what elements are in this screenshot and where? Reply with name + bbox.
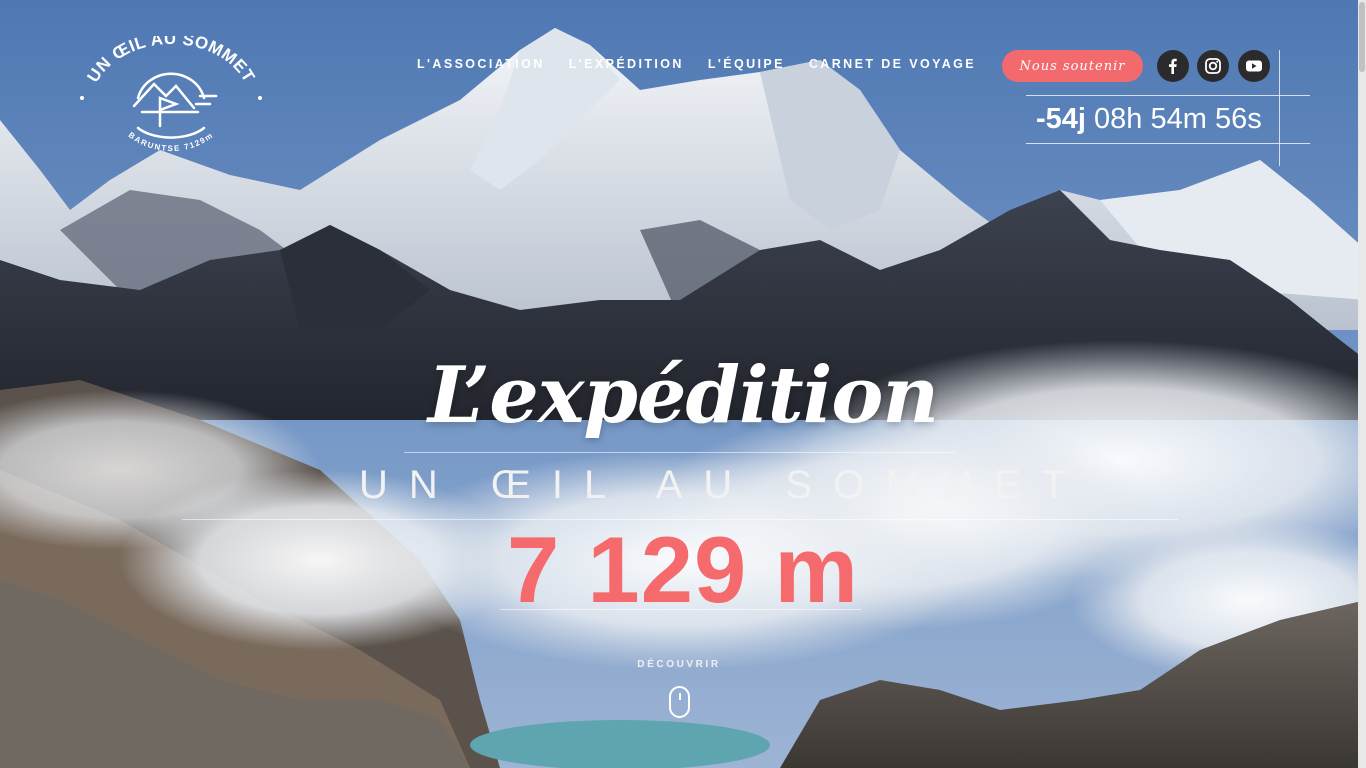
hero-divider-3 — [500, 609, 861, 610]
countdown-days: -54j — [1036, 103, 1086, 135]
discover-link[interactable]: DÉCOUVRIR — [0, 659, 1358, 670]
hero-subtitle: UN ŒIL AU SOMMET — [359, 463, 1087, 507]
facebook-link[interactable] — [1157, 50, 1189, 82]
logo-subtext: BARUNTSE 7129m — [127, 130, 214, 153]
svg-text:UN ŒIL AU SOMMET: UN ŒIL AU SOMMET — [83, 36, 258, 86]
page-scrollbar[interactable] — [1358, 0, 1366, 768]
svg-text:BARUNTSE 7129m: BARUNTSE 7129m — [127, 130, 216, 153]
nav-association[interactable]: L'ASSOCIATION — [417, 57, 545, 71]
nav-expedition[interactable]: L'EXPÉDITION — [569, 57, 684, 71]
countdown-time: 08h 54m 56s — [1085, 103, 1262, 135]
countdown-frame-vertical — [1279, 50, 1280, 166]
youtube-icon — [1246, 60, 1262, 72]
instagram-link[interactable] — [1197, 50, 1229, 82]
facebook-icon — [1169, 58, 1177, 74]
scrollbar-thumb[interactable] — [1359, 2, 1365, 72]
youtube-link[interactable] — [1238, 50, 1270, 82]
logo-text: UN ŒIL AU SOMMET — [83, 36, 258, 86]
countdown-frame-top — [1026, 95, 1310, 96]
hero-title: L’expédition — [427, 350, 939, 441]
altitude-value: 7 129 m — [507, 517, 859, 622]
scroll-mouse-icon[interactable] — [669, 686, 690, 718]
mountain-flag-icon — [132, 72, 218, 139]
hero-divider-1 — [404, 452, 956, 453]
site-logo[interactable]: UN ŒIL AU SOMMET BARUNTSE 7129m — [76, 36, 266, 156]
countdown-frame-bottom — [1026, 143, 1310, 144]
instagram-icon — [1205, 58, 1221, 74]
nav-carnet-de-voyage[interactable]: CARNET DE VOYAGE — [809, 57, 976, 71]
countdown-timer: -54j 08h 54m 56s — [1036, 100, 1262, 138]
support-button[interactable]: Nous soutenir — [1002, 50, 1143, 82]
main-nav: L'ASSOCIATION L'EXPÉDITION L'ÉQUIPE CARN… — [417, 57, 976, 71]
nav-equipe[interactable]: L'ÉQUIPE — [708, 57, 785, 71]
